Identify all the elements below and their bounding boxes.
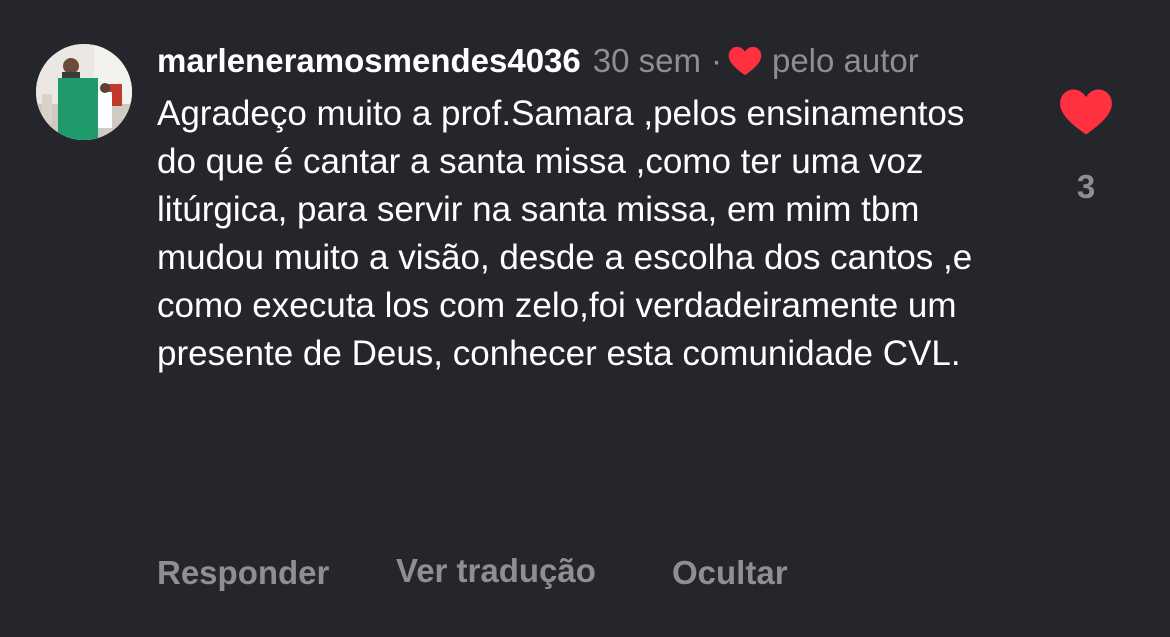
comment-text: Agradeço muito a prof.Samara ,pelos ensi… <box>157 94 973 373</box>
avatar-photo <box>36 44 132 140</box>
like-count: 3 <box>1076 168 1096 205</box>
hide-button[interactable]: Ocultar <box>672 554 788 592</box>
heart-icon <box>728 46 762 76</box>
comment-item: marleneramosmendes4036 30 sem · pelo autor … <box>0 0 1170 637</box>
separator-dot: · <box>710 42 722 79</box>
comment-time: 30 sem <box>592 42 701 79</box>
username[interactable]: marleneramosmendes4036 <box>157 42 581 79</box>
comment-body: marleneramosmendes4036 30 sem · pelo autor … <box>157 40 1017 378</box>
translate-button[interactable]: Ver tradução <box>396 552 596 590</box>
comment-header: marleneramosmendes4036 30 sem · pelo autor <box>157 40 957 82</box>
user-avatar[interactable] <box>36 44 132 140</box>
reply-button[interactable]: Responder <box>157 554 329 592</box>
heart-filled-icon[interactable] <box>1059 88 1113 136</box>
liked-by-author-label: pelo autor <box>771 42 919 79</box>
